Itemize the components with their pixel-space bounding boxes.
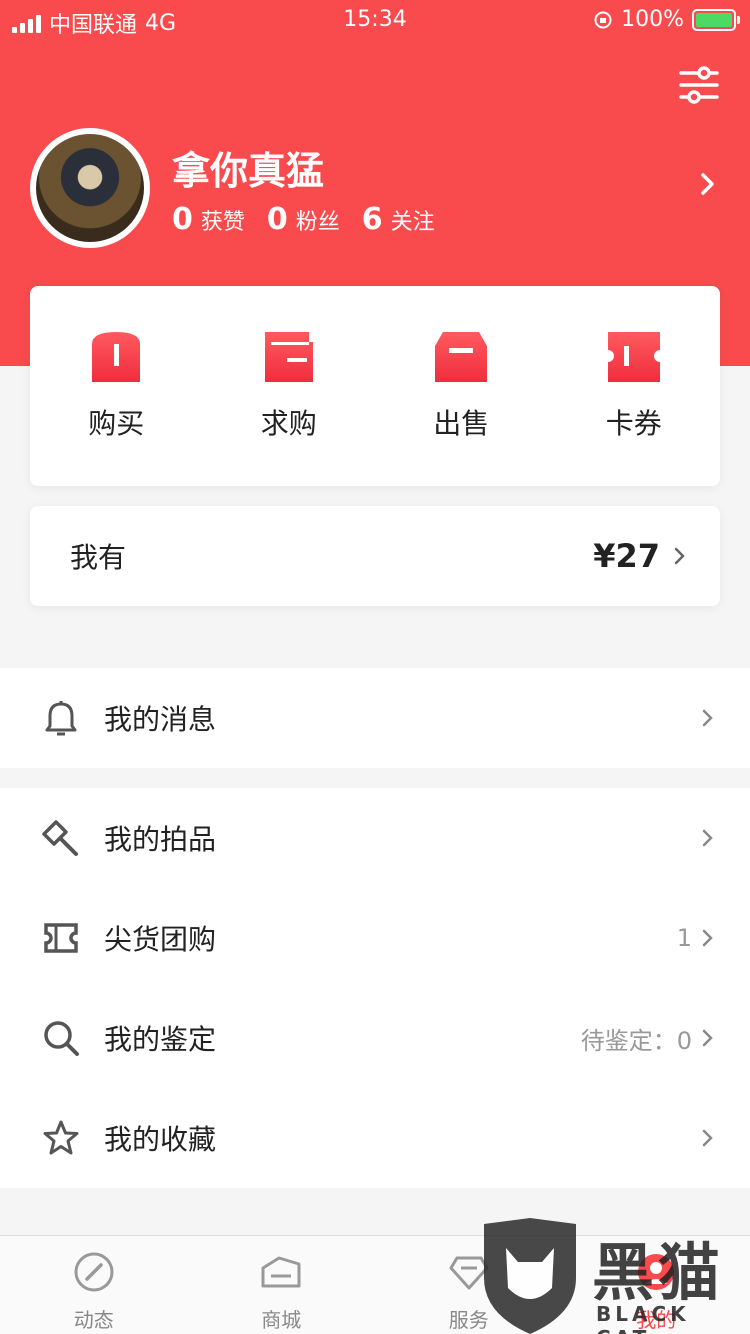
settings-sliders-icon[interactable] bbox=[678, 64, 720, 106]
action-coupons[interactable]: 卡券 bbox=[548, 286, 721, 486]
menu-my-appraisals[interactable]: 我的鉴定 待鉴定：0 bbox=[0, 988, 750, 1088]
tab-services[interactable]: 服务 bbox=[375, 1236, 563, 1334]
wallet-label: 我有 bbox=[70, 541, 127, 574]
profile-stats: 0 获赞 0 粉丝 6 关注 bbox=[172, 202, 435, 237]
avatar[interactable] bbox=[30, 128, 150, 248]
bell-icon bbox=[45, 701, 77, 736]
rotation-lock-icon bbox=[594, 11, 612, 28]
status-bar: 中国联通 4G 15:34 100% bbox=[0, 0, 750, 40]
menu-my-auctions[interactable]: 我的拍品 bbox=[0, 788, 750, 888]
shopping-bag-icon bbox=[92, 332, 141, 382]
ticket-outline-icon bbox=[44, 923, 78, 953]
chevron-right-icon bbox=[702, 1029, 713, 1047]
battery-percent: 100% bbox=[621, 7, 684, 32]
chevron-right-icon bbox=[702, 829, 713, 847]
group-buy-count: 1 bbox=[676, 924, 692, 952]
chevron-right-icon bbox=[702, 929, 713, 947]
ticket-icon bbox=[607, 332, 660, 382]
action-buy[interactable]: 购买 bbox=[30, 286, 203, 486]
bottom-tab-bar: 动态 商城 服务 我的 bbox=[0, 1235, 750, 1334]
stat-following[interactable]: 6 关注 bbox=[362, 202, 435, 237]
main-menu-section: 我的拍品 尖货团购 1 我的鉴定 待鉴定：0 我的收藏 bbox=[0, 788, 750, 1188]
box-icon bbox=[435, 332, 488, 382]
user-icon bbox=[638, 1254, 675, 1290]
store-icon bbox=[261, 1256, 301, 1288]
wallet-icon bbox=[264, 332, 313, 382]
battery-icon bbox=[692, 8, 740, 31]
chevron-right-icon[interactable] bbox=[700, 172, 716, 196]
gavel-icon bbox=[42, 820, 78, 856]
wallet-balance: ¥27 bbox=[593, 537, 660, 575]
stat-likes[interactable]: 0 获赞 bbox=[172, 202, 245, 237]
search-icon bbox=[44, 1021, 79, 1056]
tab-feed[interactable]: 动态 bbox=[0, 1236, 188, 1334]
star-icon bbox=[43, 1120, 79, 1155]
wallet-row[interactable]: 我有 ¥27 bbox=[30, 506, 720, 606]
menu-group-buy[interactable]: 尖货团购 1 bbox=[0, 888, 750, 988]
chevron-right-icon bbox=[702, 709, 713, 727]
appraisal-pending: 待鉴定：0 bbox=[580, 1026, 692, 1055]
tab-store[interactable]: 商城 bbox=[188, 1236, 376, 1334]
quick-actions: 购买 求购 出售 卡券 bbox=[30, 286, 720, 486]
tab-mine[interactable]: 我的 bbox=[563, 1236, 750, 1334]
username[interactable]: 拿你真猛 bbox=[172, 140, 324, 195]
stat-fans[interactable]: 0 粉丝 bbox=[267, 202, 340, 237]
menu-my-messages[interactable]: 我的消息 bbox=[0, 668, 750, 768]
diamond-icon bbox=[449, 1256, 489, 1290]
messages-section: 我的消息 bbox=[0, 668, 750, 768]
menu-my-favorites[interactable]: 我的收藏 bbox=[0, 1088, 750, 1188]
action-sell[interactable]: 出售 bbox=[375, 286, 548, 486]
chevron-right-icon bbox=[674, 547, 685, 565]
chevron-right-icon bbox=[702, 1129, 713, 1147]
action-request[interactable]: 求购 bbox=[203, 286, 376, 486]
compass-icon bbox=[74, 1252, 114, 1292]
